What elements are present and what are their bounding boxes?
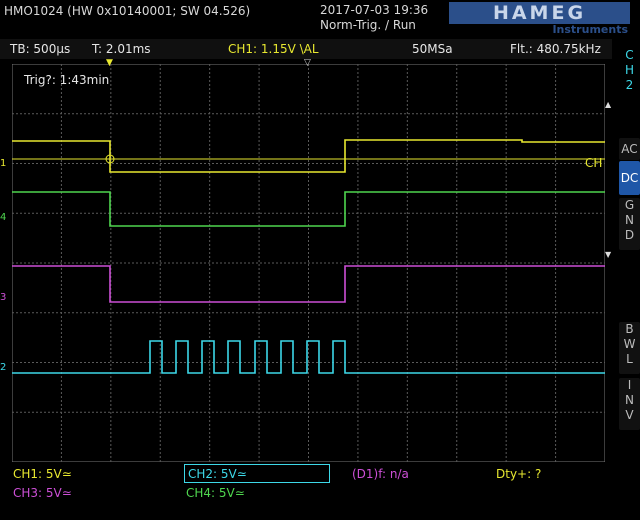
ch1-scale[interactable]: CH1: 5V≃ [13, 467, 72, 481]
device-info: HMO1024 (HW 0x10140001; SW 04.526) [4, 4, 251, 18]
ch3-marker[interactable]: 3 [0, 292, 6, 303]
arrow-up-icon[interactable]: ▲ [605, 100, 611, 109]
status-bar: TB: 500µs T: 2.01ms CH1: 1.15V \AL 50MSa… [0, 39, 612, 59]
ch2-scale[interactable]: CH2: 5V≃ [188, 467, 247, 481]
hameg-logo: HAMEG Instruments [449, 2, 630, 36]
gnd-button[interactable]: GND [619, 198, 640, 250]
center-marker: ▽ [304, 58, 311, 68]
side-menu: CH2 AC DC GND BWL INV [617, 40, 640, 460]
waveform-display[interactable]: Trig?: 1:43min CH [12, 64, 605, 462]
trigger-pos-marker[interactable]: ▼ [106, 58, 113, 68]
filter-frequency: Flt.: 480.75kHz [510, 42, 601, 56]
side-channel-label: CH2 [624, 48, 635, 92]
logo-sub: Instruments [552, 23, 628, 36]
ch1-trigger-level[interactable]: CH1: 1.15V \AL [228, 42, 319, 56]
ac-coupling-button[interactable]: AC [619, 138, 640, 160]
datetime: 2017-07-03 19:36 [320, 3, 429, 17]
inv-button[interactable]: INV [619, 378, 640, 430]
duty-readout: Dty+: ? [496, 467, 542, 481]
ch4-scale[interactable]: CH4: 5V≃ [186, 486, 245, 500]
trig-info: Trig?: 1:43min [23, 73, 109, 87]
bwl-button[interactable]: BWL [619, 322, 640, 374]
logo-brand: HAMEG [449, 2, 630, 24]
trigger-mode: Norm-Trig. / Run [320, 18, 416, 32]
trigger-time[interactable]: T: 2.01ms [92, 42, 151, 56]
dc-coupling-button[interactable]: DC [619, 161, 640, 195]
arrow-down-icon[interactable]: ▼ [605, 250, 611, 259]
ch3-scale[interactable]: CH3: 5V≃ [13, 486, 72, 500]
ch4-marker[interactable]: 4 [0, 212, 6, 223]
ch1-level-label: CH [585, 156, 602, 170]
frequency-readout: (D1)f: n/a [352, 467, 409, 481]
ch1-marker[interactable]: 1 [0, 158, 6, 169]
sample-rate: 50MSa [412, 42, 453, 56]
timebase[interactable]: TB: 500µs [10, 42, 70, 56]
ch2-marker[interactable]: 2 [0, 362, 6, 373]
